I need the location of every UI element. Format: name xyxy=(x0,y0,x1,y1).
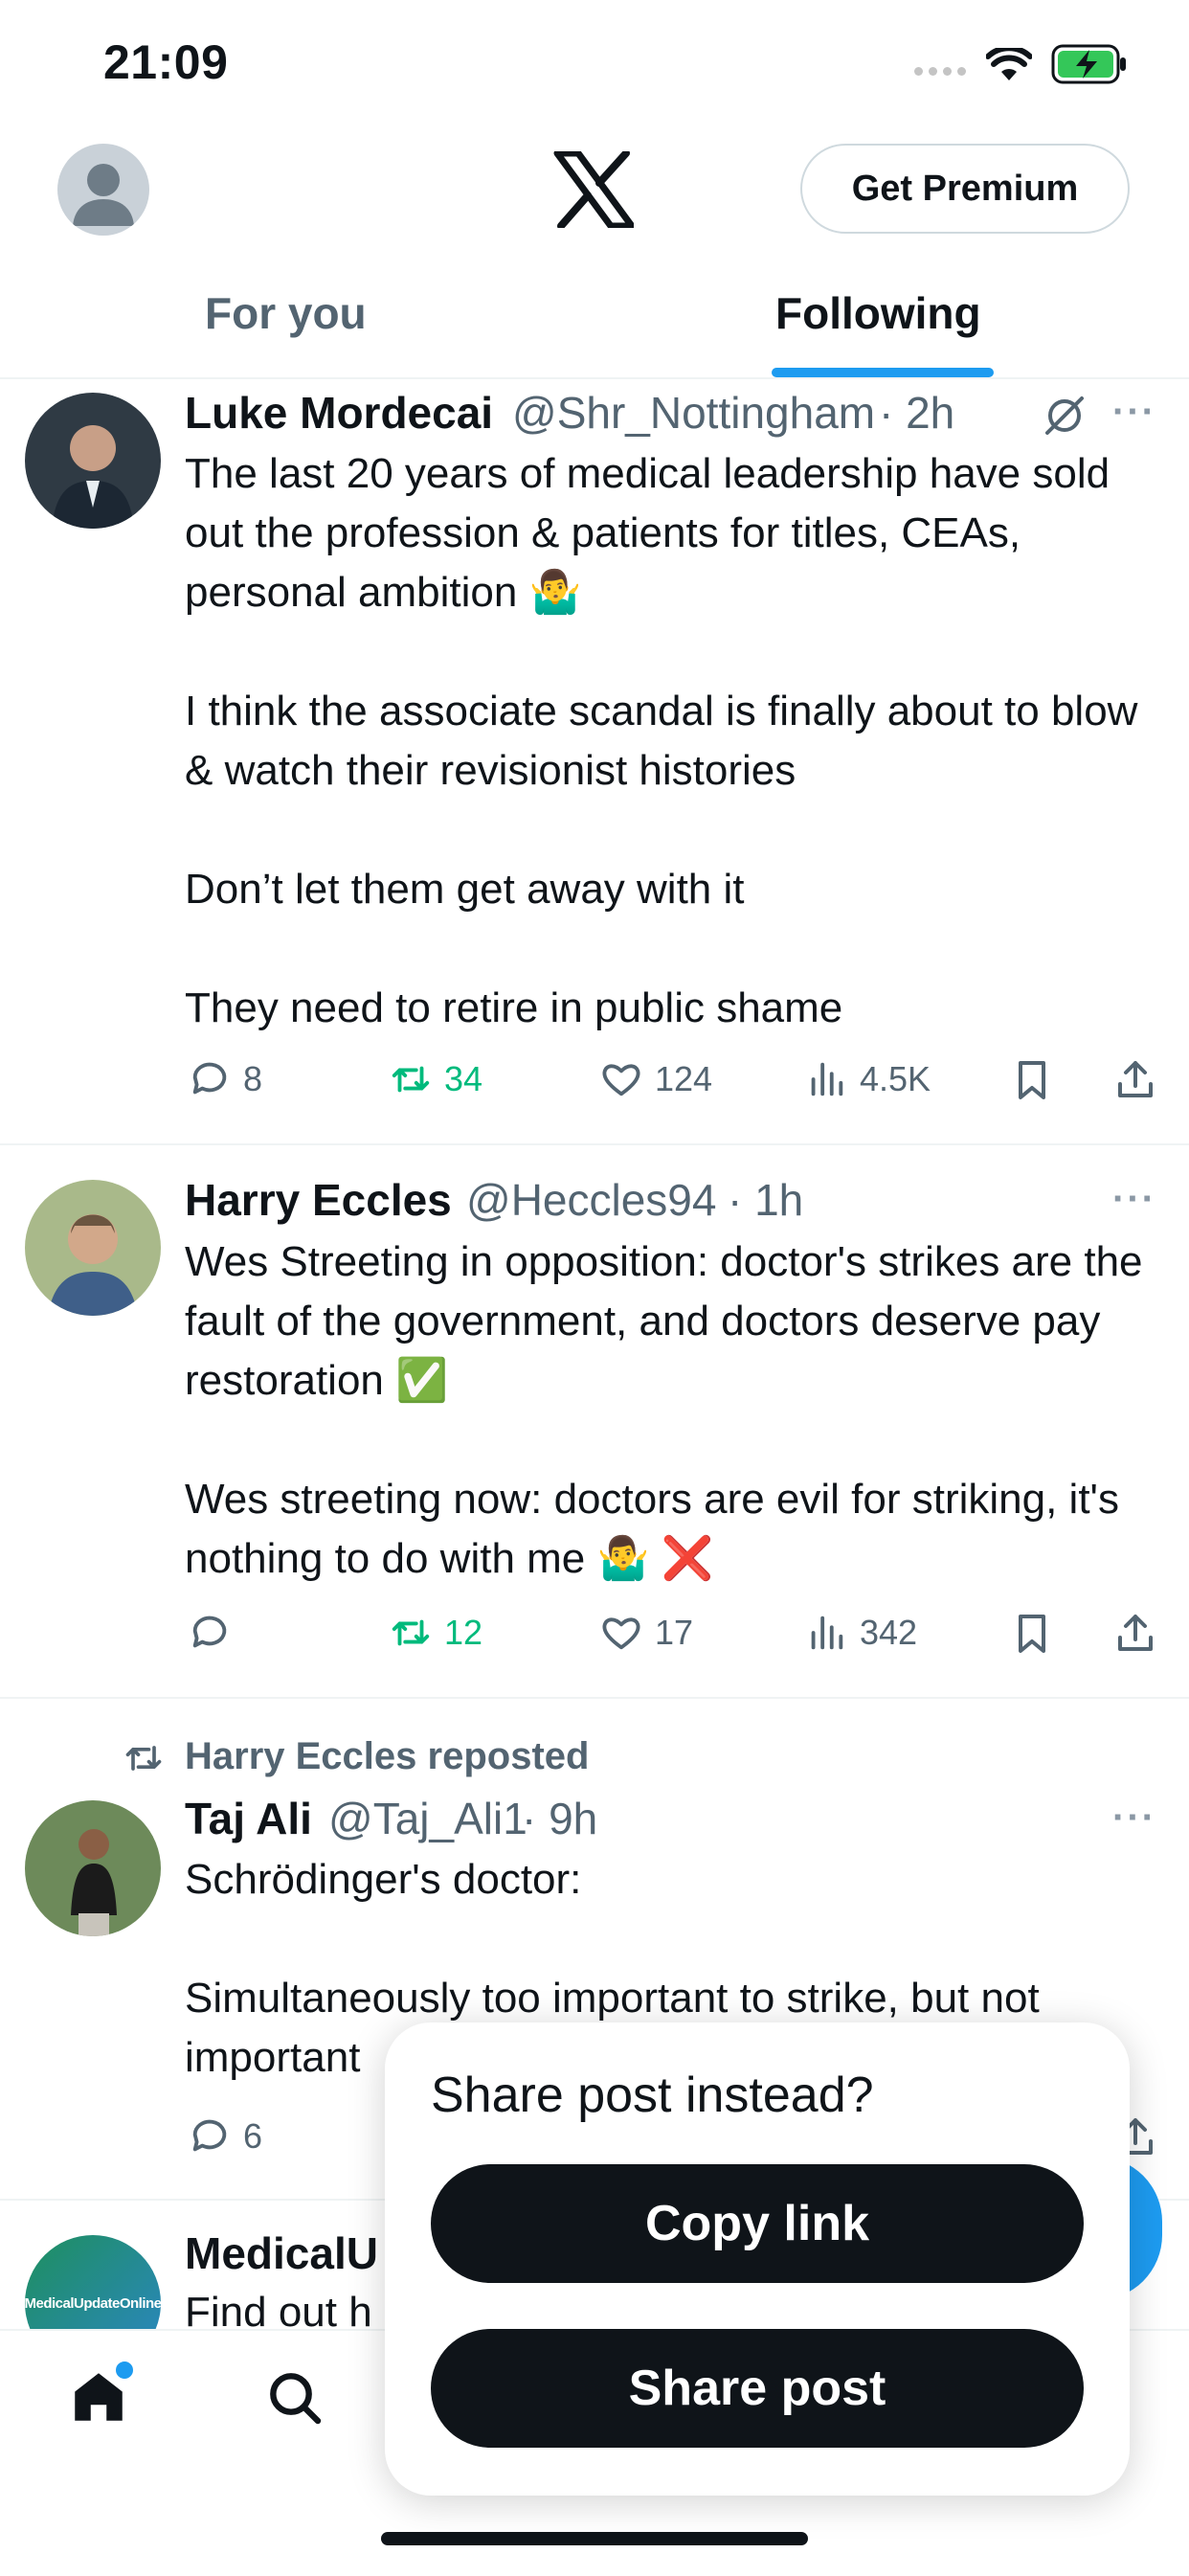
post-avatar[interactable] xyxy=(25,1180,161,1316)
home-indicator[interactable] xyxy=(381,2532,808,2545)
post-avatar[interactable] xyxy=(25,1800,161,1936)
views-button[interactable]: 4.5K xyxy=(804,1057,931,1101)
reposted-by-label[interactable]: Harry Eccles reposted xyxy=(185,1735,589,1778)
like-count: 124 xyxy=(655,1059,713,1098)
more-options-icon[interactable]: ··· xyxy=(1112,1178,1156,1221)
share-icon[interactable] xyxy=(1112,1611,1158,1657)
post-text: Wes Streeting in opposition: doctor's st… xyxy=(185,1238,1143,1582)
default-avatar-icon xyxy=(73,164,134,226)
user-photo-icon xyxy=(52,425,134,529)
repost-icon xyxy=(392,1619,430,1646)
post-time: · 2h xyxy=(879,388,955,438)
views-icon xyxy=(811,1062,843,1096)
header-divider xyxy=(0,377,1189,379)
reply-count: 8 xyxy=(243,1059,263,1098)
bookmark-icon[interactable] xyxy=(1009,1057,1055,1103)
repost-icon xyxy=(392,1066,430,1093)
post-author-handle[interactable]: @Taj_Ali1 xyxy=(328,1793,527,1844)
reply-button[interactable] xyxy=(188,1611,243,1655)
repost-button[interactable]: 12 xyxy=(389,1611,482,1655)
battery-charging-icon xyxy=(1051,44,1126,84)
more-options-icon[interactable]: ··· xyxy=(1112,391,1156,434)
copy-link-button[interactable]: Copy link xyxy=(431,2164,1084,2283)
post-author-handle[interactable]: @Shr_Nottingham xyxy=(512,387,875,439)
like-button[interactable]: 124 xyxy=(599,1057,712,1101)
user-photo-icon xyxy=(71,1829,117,1936)
post-author-name[interactable]: Harry Eccles xyxy=(185,1174,452,1226)
post-author-handle[interactable]: @Heccles94 xyxy=(466,1174,716,1226)
status-time: 21:09 xyxy=(103,35,229,89)
reply-button[interactable]: 6 xyxy=(188,2114,262,2158)
post-author-name[interactable]: Luke Mordecai xyxy=(185,387,493,439)
cellular-signal-icon xyxy=(914,67,966,76)
reply-count: 6 xyxy=(243,2116,263,2156)
view-count: 4.5K xyxy=(860,1059,931,1098)
reply-icon xyxy=(192,2119,227,2152)
search-icon[interactable] xyxy=(264,2367,325,2429)
avatar-logo-text: MedicalUpdateOnline xyxy=(25,2294,161,2312)
tab-for-you[interactable]: For you xyxy=(205,287,367,339)
reply-button[interactable]: 8 xyxy=(188,1057,262,1101)
share-post-button[interactable]: Share post xyxy=(431,2329,1084,2448)
view-count: 342 xyxy=(860,1613,918,1652)
grok-icon[interactable] xyxy=(1042,393,1088,439)
like-count: 17 xyxy=(655,1613,694,1652)
heart-icon xyxy=(602,1064,640,1096)
wifi-icon xyxy=(986,48,1032,80)
views-button[interactable]: 342 xyxy=(804,1611,917,1655)
post-text: The last 20 years of medical leadership … xyxy=(185,450,1138,1031)
views-icon xyxy=(811,1616,843,1650)
x-logo-icon[interactable] xyxy=(553,151,634,228)
bookmark-icon[interactable] xyxy=(1009,1611,1055,1657)
post-author-name[interactable]: MedicalU xyxy=(185,2227,378,2279)
post-author-name[interactable]: Taj Ali xyxy=(185,1793,312,1844)
repost-count: 12 xyxy=(444,1613,483,1652)
popup-title: Share post instead? xyxy=(431,2068,874,2123)
profile-avatar[interactable] xyxy=(57,144,149,236)
home-notification-dot xyxy=(113,2359,136,2382)
heart-icon xyxy=(602,1617,640,1650)
post-divider xyxy=(0,1143,1189,1145)
repost-button[interactable]: 34 xyxy=(389,1057,482,1101)
like-button[interactable]: 17 xyxy=(599,1611,693,1655)
reply-icon xyxy=(192,1616,227,1648)
reply-icon xyxy=(192,1062,227,1095)
tab-active-indicator xyxy=(772,368,994,377)
post-time: · 1h xyxy=(728,1175,804,1225)
share-post-popup: Share post instead? Copy link Share post xyxy=(385,2022,1130,2496)
repost-count: 34 xyxy=(444,1059,483,1098)
tab-following[interactable]: Following xyxy=(775,287,981,339)
share-icon[interactable] xyxy=(1112,1057,1158,1103)
post-divider xyxy=(0,1697,1189,1699)
more-options-icon[interactable]: ··· xyxy=(1112,1796,1156,1840)
post-time: · 9h xyxy=(522,1794,598,1843)
post-avatar[interactable] xyxy=(25,393,161,529)
reposted-icon xyxy=(125,1746,162,1771)
get-premium-button[interactable]: Get Premium xyxy=(800,144,1130,234)
user-photo-icon xyxy=(48,1214,138,1316)
